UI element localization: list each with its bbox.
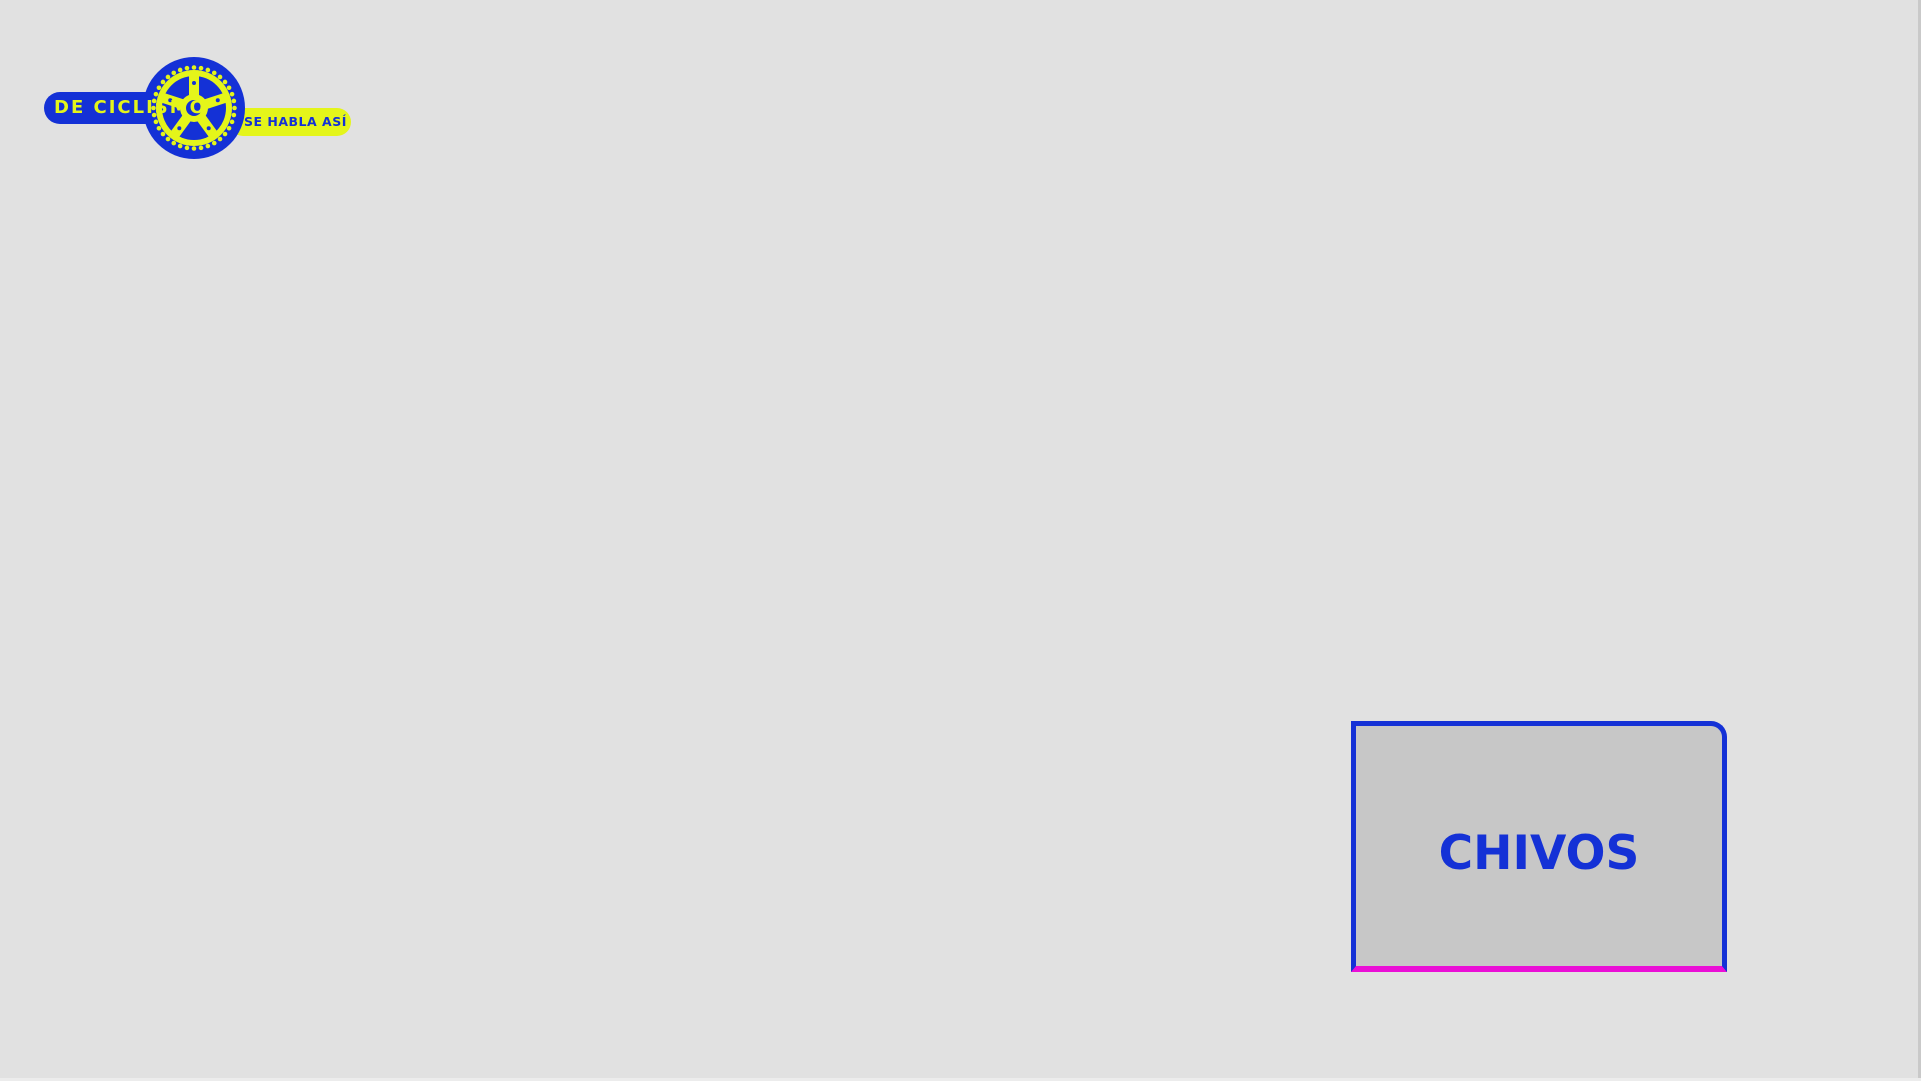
gear-bolt bbox=[215, 98, 220, 103]
gear-tooth bbox=[198, 65, 204, 71]
gear-tooth bbox=[184, 65, 190, 71]
gear-tooth bbox=[232, 105, 237, 111]
gear-tooth bbox=[231, 112, 237, 118]
gear-tooth bbox=[217, 136, 223, 142]
gear-tooth bbox=[211, 70, 217, 76]
gear-tooth bbox=[226, 85, 232, 91]
gear-tooth bbox=[160, 131, 166, 137]
gear-tooth bbox=[184, 145, 190, 151]
gear-tooth bbox=[205, 143, 211, 149]
card-title: CHIVOS bbox=[1438, 826, 1640, 881]
gear-tooth bbox=[226, 125, 232, 131]
gear-tooth bbox=[165, 74, 171, 80]
gear-tooth bbox=[191, 146, 197, 151]
gear-bolt bbox=[206, 126, 211, 131]
gear-tooth bbox=[171, 70, 177, 76]
gear-tooth bbox=[222, 131, 228, 137]
title-card: CHIVOS bbox=[1351, 721, 1727, 972]
gear-tooth bbox=[198, 145, 204, 151]
gear-bolt bbox=[192, 81, 196, 85]
gear-tooth bbox=[160, 79, 166, 85]
gear-tooth bbox=[177, 67, 183, 73]
gear-tooth bbox=[171, 140, 177, 146]
gear-tooth bbox=[231, 98, 237, 104]
gear-tooth bbox=[229, 119, 235, 125]
gear-tooth bbox=[156, 125, 162, 131]
gear-tooth bbox=[191, 65, 197, 70]
gear-tooth bbox=[217, 74, 223, 80]
gear-tooth bbox=[229, 91, 235, 97]
gear-tooth bbox=[156, 85, 162, 91]
brand-logo: DE CICLISMO SE HABLA ASÍ bbox=[44, 56, 354, 160]
gear-tooth bbox=[211, 140, 217, 146]
logo-left-text: DE CICLISMO bbox=[54, 97, 207, 118]
gear-tooth bbox=[165, 136, 171, 142]
gear-tooth bbox=[222, 79, 228, 85]
gear-tooth bbox=[205, 67, 211, 73]
gear-tooth bbox=[177, 143, 183, 149]
gear-bolt bbox=[177, 126, 182, 131]
logo-right-text: SE HABLA ASÍ bbox=[244, 114, 347, 129]
